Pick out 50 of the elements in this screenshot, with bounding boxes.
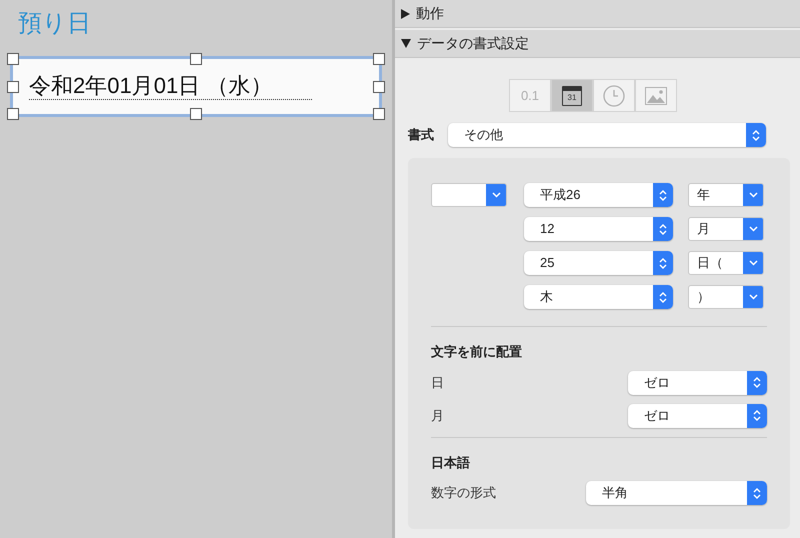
stepper-icon	[659, 188, 667, 202]
date-part-select[interactable]: 25	[524, 251, 673, 275]
chevron-down-icon	[748, 260, 758, 266]
section-header[interactable]: データの書式設定	[395, 30, 800, 58]
format-type-tab[interactable]: 31	[551, 79, 593, 112]
suffix-dropdown[interactable]: 日（	[688, 251, 764, 275]
suffix-dropdown[interactable]: 月	[688, 217, 764, 241]
resize-handle[interactable]	[373, 53, 385, 65]
format-select[interactable]: その他	[448, 123, 766, 147]
image-icon	[645, 86, 667, 104]
stepper-icon	[659, 222, 667, 236]
resize-handle[interactable]	[190, 53, 202, 65]
expand-triangle-icon	[401, 8, 410, 18]
option-select[interactable]: ゼロ	[628, 404, 767, 428]
option-select[interactable]: 半角	[586, 481, 767, 505]
stepper-icon	[753, 409, 761, 422]
stepper-icon	[659, 256, 667, 270]
field-label: 預り日	[18, 9, 92, 39]
chevron-down-icon	[748, 294, 758, 300]
chevron-down-icon	[748, 226, 758, 232]
date-part-select[interactable]: 12	[524, 217, 673, 241]
stepper-icon	[752, 128, 760, 142]
collapse-triangle-icon	[401, 39, 411, 48]
date-part-select[interactable]: 平成26	[524, 183, 673, 207]
stepper-icon	[753, 376, 761, 389]
calendar-icon: 31	[562, 86, 582, 106]
group-heading: 文字を前に配置	[431, 343, 523, 361]
clock-icon	[603, 84, 625, 106]
resize-handle[interactable]	[373, 80, 385, 92]
resize-handle[interactable]	[7, 53, 19, 65]
date-field[interactable]: 令和2年01月01日 （水）	[10, 56, 382, 117]
format-label: 書式	[408, 126, 434, 144]
resize-handle[interactable]	[7, 108, 19, 120]
resize-handle[interactable]	[7, 80, 19, 92]
date-part-select[interactable]: 木	[524, 285, 673, 309]
option-label: 数字の形式	[431, 484, 496, 502]
option-label: 日	[431, 374, 444, 392]
suffix-dropdown[interactable]: 年	[688, 183, 764, 207]
chevron-down-icon	[748, 192, 758, 198]
group-heading: 日本語	[431, 454, 471, 472]
suffix-dropdown[interactable]: ）	[688, 285, 764, 309]
prefix-dropdown[interactable]	[431, 183, 507, 207]
resize-handle[interactable]	[373, 108, 385, 120]
stepper-icon	[753, 486, 761, 500]
chevron-down-icon	[492, 192, 500, 198]
option-select[interactable]: ゼロ	[628, 370, 767, 394]
stepper-icon	[659, 290, 667, 304]
resize-handle[interactable]	[190, 108, 202, 120]
section-header[interactable]: 動作	[395, 0, 800, 28]
option-label: 月	[431, 406, 444, 425]
